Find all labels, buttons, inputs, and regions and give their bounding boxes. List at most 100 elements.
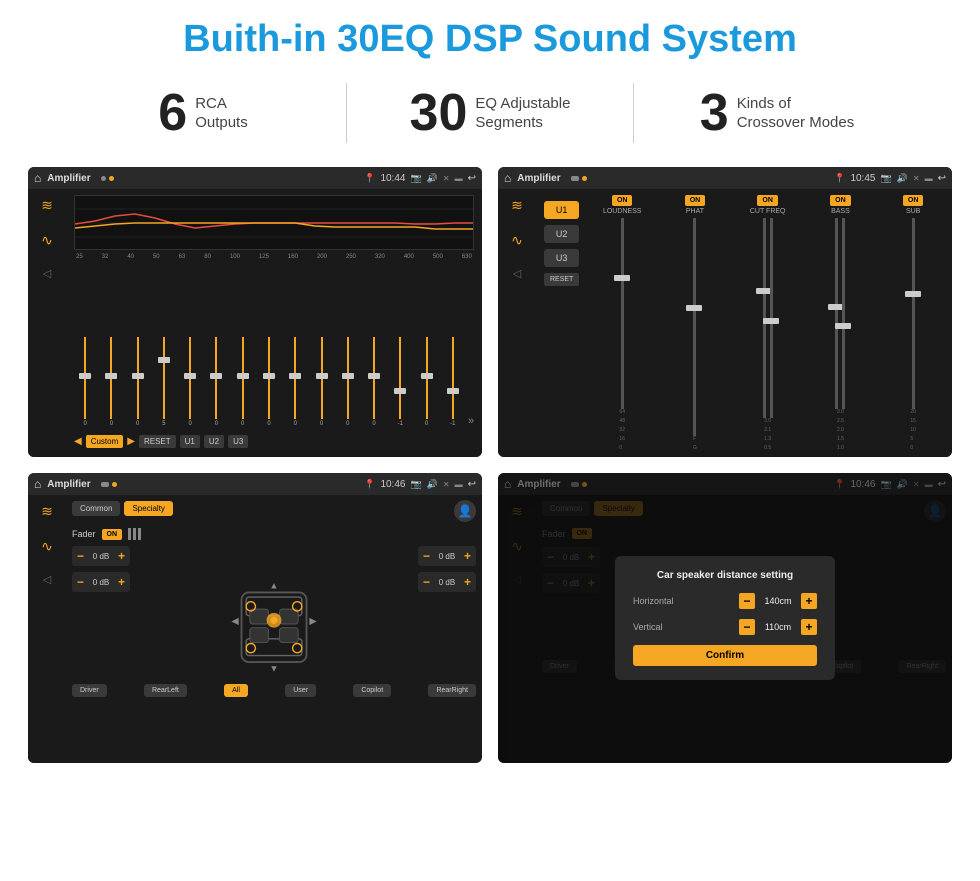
home-icon-s2[interactable]: ⌂ — [504, 171, 511, 185]
slider-track-12[interactable] — [399, 337, 401, 419]
slider-track-11[interactable] — [373, 337, 375, 419]
svg-text:◀: ◀ — [231, 616, 238, 626]
slider-track-1[interactable] — [110, 337, 112, 419]
slider-track-0[interactable] — [84, 337, 86, 419]
more-arrow[interactable]: » — [468, 415, 474, 427]
copilot-btn[interactable]: Copilot — [353, 684, 391, 697]
slider-8[interactable]: 0 — [284, 337, 306, 427]
speaker-icon-s2[interactable]: 🔊 — [897, 173, 908, 184]
vol-fl-plus[interactable]: + — [118, 549, 125, 563]
tab-common-s3[interactable]: Common — [72, 501, 120, 516]
vol-icon-s3[interactable]: ◁ — [43, 573, 51, 586]
eq-sidebar-icon[interactable]: ≋ — [41, 197, 53, 214]
back-icon[interactable]: ↩ — [468, 173, 476, 184]
slider-0[interactable]: 0 — [74, 337, 96, 427]
custom-btn[interactable]: Custom — [86, 435, 124, 448]
eq-sidebar-icon-s2[interactable]: ≋ — [511, 197, 523, 214]
slider-11[interactable]: 0 — [363, 337, 385, 427]
driver-btn[interactable]: Driver — [72, 684, 107, 697]
slider-track-5[interactable] — [215, 337, 217, 419]
tab-specialty-s3[interactable]: Specialty — [124, 501, 172, 516]
reset-btn[interactable]: RESET — [139, 435, 176, 448]
slider-track-9[interactable] — [321, 337, 323, 419]
rearright-btn[interactable]: RearRight — [428, 684, 476, 697]
slider-1[interactable]: 0 — [100, 337, 122, 427]
sub-track[interactable] — [912, 218, 915, 409]
close-icon-s2[interactable]: ✕ — [913, 174, 920, 183]
slider-2[interactable]: 0 — [127, 337, 149, 427]
cutfreq-track-2[interactable] — [770, 218, 773, 418]
vol-rl-plus[interactable]: + — [118, 575, 125, 589]
u2-btn-s2[interactable]: U2 — [544, 225, 579, 243]
slider-14[interactable]: -1 — [442, 337, 464, 427]
back-icon-s3[interactable]: ↩ — [468, 479, 476, 490]
person-icon-btn[interactable]: 👤 — [454, 500, 476, 522]
u3-btn[interactable]: U3 — [228, 435, 248, 448]
screen-distance: ⌂ Amplifier 📍 10:46 📷 🔊 ✕ ▬ ↩ — [498, 473, 952, 763]
slider-track-10[interactable] — [347, 337, 349, 419]
back-icon-s2[interactable]: ↩ — [938, 173, 946, 184]
all-btn[interactable]: All — [224, 684, 248, 697]
vol-rl-minus[interactable]: − — [77, 575, 84, 589]
slider-9[interactable]: 0 — [310, 337, 332, 427]
slider-6[interactable]: 0 — [232, 337, 254, 427]
slider-13[interactable]: 0 — [415, 337, 437, 427]
vol-fr-plus[interactable]: + — [464, 549, 471, 563]
slider-track-2[interactable] — [137, 337, 139, 419]
fader-row: Fader ON — [72, 528, 476, 540]
slider-track-7[interactable] — [268, 337, 270, 419]
phat-track[interactable] — [693, 218, 696, 436]
home-icon-s3[interactable]: ⌂ — [34, 477, 41, 491]
phat-on[interactable]: ON — [685, 195, 706, 206]
eq-icon-s3[interactable]: ≋ — [41, 503, 53, 520]
vol-rr-plus[interactable]: + — [464, 575, 471, 589]
loudness-track-l[interactable] — [621, 218, 624, 409]
wave-icon-s3[interactable]: ∿ — [41, 538, 53, 555]
slider-track-14[interactable] — [452, 337, 454, 419]
vertical-plus-btn[interactable]: + — [801, 619, 817, 635]
u2-btn[interactable]: U2 — [204, 435, 224, 448]
bass-track-2[interactable] — [842, 218, 845, 409]
u3-btn-s2[interactable]: U3 — [544, 249, 579, 267]
fader-on-btn[interactable]: ON — [102, 529, 123, 540]
speaker-icon-s3[interactable]: 🔊 — [427, 479, 438, 490]
slider-track-13[interactable] — [426, 337, 428, 419]
slider-3[interactable]: 5 — [153, 337, 175, 427]
slider-7[interactable]: 0 — [258, 337, 280, 427]
volume-sidebar-icon[interactable]: ◁ — [43, 267, 51, 280]
wave-sidebar-icon-s2[interactable]: ∿ — [511, 232, 523, 249]
prev-btn[interactable]: ◀ — [74, 436, 82, 447]
vol-rr-minus[interactable]: − — [423, 575, 430, 589]
reset-btn-s2[interactable]: RESET — [544, 273, 579, 286]
speaker-icon-small[interactable]: 🔊 — [427, 173, 438, 184]
vertical-minus-btn[interactable]: − — [739, 619, 755, 635]
slider-4[interactable]: 0 — [179, 337, 201, 427]
wave-sidebar-icon[interactable]: ∿ — [41, 232, 53, 249]
u1-btn[interactable]: U1 — [180, 435, 200, 448]
slider-track-4[interactable] — [189, 337, 191, 419]
vol-sidebar-icon-s2[interactable]: ◁ — [513, 267, 521, 280]
home-icon[interactable]: ⌂ — [34, 171, 41, 185]
horizontal-minus-btn[interactable]: − — [739, 593, 755, 609]
horizontal-plus-btn[interactable]: + — [801, 593, 817, 609]
vol-fl-minus[interactable]: − — [77, 549, 84, 563]
rearleft-btn[interactable]: RearLeft — [144, 684, 187, 697]
play-btn[interactable]: ▶ — [127, 436, 135, 447]
u1-btn-s2[interactable]: U1 — [544, 201, 579, 219]
slider-5[interactable]: 0 — [205, 337, 227, 427]
loudness-on[interactable]: ON — [612, 195, 633, 206]
confirm-button[interactable]: Confirm — [633, 645, 817, 666]
bass-track-1[interactable] — [835, 218, 838, 409]
slider-track-6[interactable] — [242, 337, 244, 419]
close-icon[interactable]: ✕ — [443, 174, 450, 183]
sub-on[interactable]: ON — [903, 195, 924, 206]
close-icon-s3[interactable]: ✕ — [443, 480, 450, 489]
cutfreq-on[interactable]: ON — [757, 195, 778, 206]
user-btn[interactable]: User — [285, 684, 316, 697]
slider-track-3[interactable] — [163, 337, 165, 419]
bass-on[interactable]: ON — [830, 195, 851, 206]
slider-10[interactable]: 0 — [337, 337, 359, 427]
vol-fr-minus[interactable]: − — [423, 549, 430, 563]
slider-track-8[interactable] — [294, 337, 296, 419]
slider-12[interactable]: -1 — [389, 337, 411, 427]
